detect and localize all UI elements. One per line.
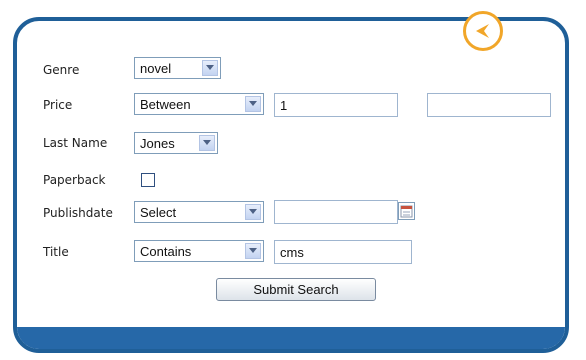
calendar-button[interactable] bbox=[398, 202, 415, 220]
chevron-down-icon bbox=[245, 204, 261, 220]
chevron-down-icon bbox=[199, 135, 215, 151]
genre-selected-value: novel bbox=[140, 61, 172, 76]
price-operator-select[interactable]: Between bbox=[134, 93, 264, 115]
paperback-checkbox[interactable] bbox=[141, 173, 155, 187]
title-label: Title bbox=[43, 245, 69, 259]
title-input[interactable]: cms bbox=[274, 240, 412, 264]
chevron-down-icon bbox=[245, 243, 261, 259]
chevron-down-icon bbox=[202, 60, 218, 76]
panel-footer-bar bbox=[17, 327, 565, 349]
last-name-select[interactable]: Jones bbox=[134, 132, 218, 154]
publishdate-input[interactable] bbox=[274, 200, 398, 224]
submit-search-button[interactable]: Submit Search bbox=[216, 278, 376, 301]
calendar-icon bbox=[400, 205, 413, 218]
chevron-left-icon bbox=[476, 24, 489, 38]
chevron-down-icon bbox=[245, 96, 261, 112]
last-name-label: Last Name bbox=[43, 136, 108, 150]
title-operator-value: Contains bbox=[140, 244, 192, 259]
publishdate-label: Publishdate bbox=[43, 206, 113, 220]
genre-label: Genre bbox=[43, 63, 80, 77]
title-operator-select[interactable]: Contains bbox=[134, 240, 264, 262]
price-operator-value: Between bbox=[140, 97, 191, 112]
paperback-label: Paperback bbox=[43, 173, 106, 187]
price-label: Price bbox=[43, 98, 73, 112]
publishdate-operator-value: Select bbox=[140, 205, 177, 220]
genre-select[interactable]: novel bbox=[134, 57, 221, 79]
last-name-selected-value: Jones bbox=[140, 136, 175, 151]
price-min-input[interactable]: 1 bbox=[274, 93, 398, 117]
price-max-input[interactable] bbox=[427, 93, 551, 117]
publishdate-operator-select[interactable]: Select bbox=[134, 201, 264, 223]
back-button[interactable] bbox=[463, 11, 503, 51]
